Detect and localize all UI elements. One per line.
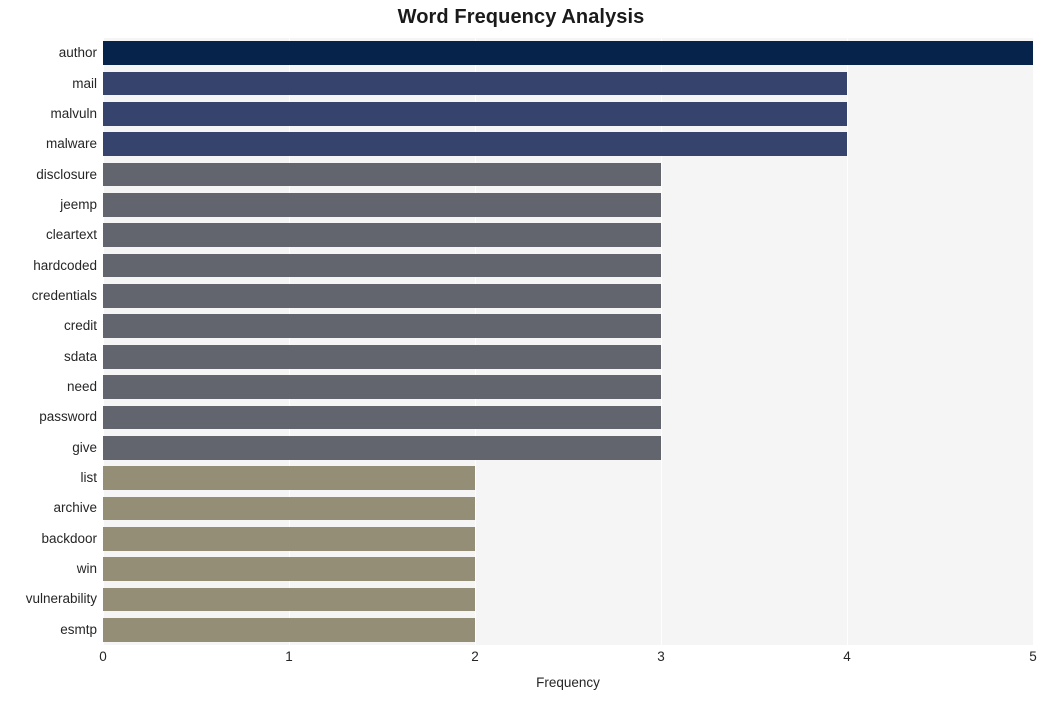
y-tick-label-sdata: sdata (63, 348, 97, 364)
bar-row (103, 405, 1033, 430)
bar-row (103, 617, 1033, 642)
bar-mail[interactable] (103, 71, 847, 96)
bar-row (103, 375, 1033, 399)
bar-row (103, 557, 1033, 581)
bar-hardcoded[interactable] (103, 253, 661, 278)
y-axis-tick-labels: author mail malvuln malware disclosure jeemp c… (0, 38, 97, 645)
bar-row (103, 41, 1033, 65)
bar-row (103, 223, 1033, 248)
bar-row (103, 466, 1033, 490)
bar-disclosure[interactable] (103, 162, 661, 187)
x-axis-tick-labels: 0 1 2 3 4 5 (0, 650, 1042, 672)
bar-row (103, 587, 1033, 612)
bar-sdata[interactable] (103, 344, 661, 369)
x-axis-title: Frequency (536, 675, 600, 690)
y-tick-label-backdoor: backdoor (41, 530, 97, 546)
x-tick-label-4: 4 (843, 649, 851, 664)
y-tick-label-archive: archive (53, 500, 97, 516)
bars-container (103, 38, 1033, 645)
y-tick-label-credit: credit (63, 318, 97, 334)
y-tick-label-give: give (72, 439, 97, 455)
bar-vulnerability[interactable] (103, 587, 475, 612)
bar-row (103, 435, 1033, 460)
bar-row (103, 526, 1033, 551)
gridline-x-5 (1033, 38, 1034, 645)
y-tick-label-jeemp: jeemp (60, 196, 97, 212)
bar-give[interactable] (103, 435, 661, 460)
x-tick-label-2: 2 (471, 649, 479, 664)
bar-archive[interactable] (103, 496, 475, 521)
bar-row (103, 102, 1033, 126)
x-tick-label-3: 3 (657, 649, 665, 664)
bar-row (103, 284, 1033, 308)
word-frequency-chart-figure: Word Frequency Analysis author mail malvul… (0, 0, 1042, 701)
y-tick-label-list: list (80, 470, 98, 486)
bar-author[interactable] (103, 41, 1033, 65)
bar-row (103, 344, 1033, 369)
y-tick-label-win: win (76, 561, 97, 577)
bar-row (103, 132, 1033, 157)
y-tick-label-author: author (58, 45, 97, 61)
bar-row (103, 193, 1033, 217)
bar-need[interactable] (103, 375, 661, 399)
y-tick-label-password: password (39, 409, 97, 425)
bar-row (103, 162, 1033, 187)
bar-malvuln[interactable] (103, 102, 847, 126)
bar-win[interactable] (103, 557, 475, 581)
y-tick-label-vulnerability: vulnerability (25, 591, 97, 607)
y-tick-label-credentials: credentials (31, 287, 97, 303)
bar-cleartext[interactable] (103, 223, 661, 248)
y-tick-label-disclosure: disclosure (36, 166, 97, 182)
bar-esmtp[interactable] (103, 617, 475, 642)
bar-list[interactable] (103, 466, 475, 490)
x-tick-label-0: 0 (99, 649, 107, 664)
bar-backdoor[interactable] (103, 526, 475, 551)
bar-credit[interactable] (103, 314, 661, 339)
bar-credentials[interactable] (103, 284, 661, 308)
bar-row (103, 496, 1033, 521)
bar-row (103, 253, 1033, 278)
y-tick-label-need: need (66, 379, 97, 395)
y-tick-label-esmtp: esmtp (60, 621, 97, 637)
bar-password[interactable] (103, 405, 661, 430)
x-tick-label-1: 1 (285, 649, 293, 664)
bar-malware[interactable] (103, 132, 847, 157)
y-tick-label-malvuln: malvuln (50, 105, 97, 121)
y-tick-label-mail: mail (72, 75, 97, 91)
y-tick-label-hardcoded: hardcoded (33, 257, 97, 273)
bar-row (103, 71, 1033, 96)
chart-title: Word Frequency Analysis (397, 6, 645, 28)
x-tick-label-5: 5 (1029, 649, 1037, 664)
plot-area (103, 38, 1034, 645)
y-tick-label-cleartext: cleartext (45, 227, 97, 243)
bar-jeemp[interactable] (103, 193, 661, 217)
y-tick-label-malware: malware (45, 136, 97, 152)
bar-row (103, 314, 1033, 339)
